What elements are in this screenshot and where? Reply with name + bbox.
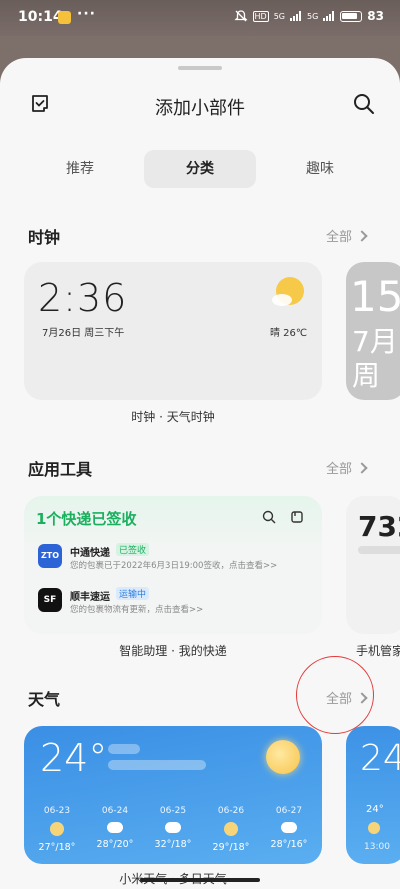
zto-logo-icon: ZTO xyxy=(38,544,62,568)
peek-weather-time: 13:00 xyxy=(364,842,390,852)
chevron-right-icon xyxy=(356,229,368,242)
zto-logo-text: ZTO xyxy=(40,551,60,560)
search-icon xyxy=(262,510,276,524)
peek-weather-small-temp: 24° xyxy=(366,804,384,815)
forecast-day: 06-26 29°/18° xyxy=(208,806,254,853)
tools-view-all-button[interactable]: 全部 xyxy=(326,458,368,477)
weather-placeholder-line xyxy=(108,760,206,770)
forecast-day: 06-23 27°/18° xyxy=(34,806,80,853)
forecast-range: 28°/16° xyxy=(270,839,308,850)
notification-app-icon xyxy=(58,11,71,24)
cloud-icon xyxy=(107,822,123,833)
multi-day-weather-widget[interactable]: 24° 06-23 27°/18° 06-24 28°/20° 06-25 32… xyxy=(24,726,322,864)
tab-recommend[interactable]: 推荐 xyxy=(24,150,136,188)
more-notifications-icon: ··· xyxy=(77,6,96,22)
weather-current-temp: 24° xyxy=(40,736,108,780)
signal-5g-1: 5G xyxy=(273,11,285,21)
drag-handle[interactable] xyxy=(178,66,222,70)
page-title: 添加小部件 xyxy=(155,98,245,119)
tab-category[interactable]: 分类 xyxy=(144,150,256,188)
tab-fun[interactable]: 趣味 xyxy=(264,150,376,188)
chevron-right-icon xyxy=(356,461,368,474)
forecast-range: 29°/18° xyxy=(212,842,250,853)
forecast-date: 06-25 xyxy=(159,806,187,816)
express-item-desc: 您的包裹物流有更新，点击查看>> xyxy=(70,605,204,615)
clock-view-all-button[interactable]: 全部 xyxy=(326,226,368,245)
signal-bars-icon xyxy=(290,11,301,21)
status-time: 10:14 xyxy=(18,9,63,25)
phone-manager-caption: 手机管家 xyxy=(356,644,400,658)
view-all-label: 全部 xyxy=(326,462,353,477)
weather-widget-peek[interactable]: 24 24° 13:00 xyxy=(346,726,400,864)
section-title-clock: 时钟 xyxy=(28,228,61,247)
section-title-weather: 天气 xyxy=(28,690,61,709)
status-badge-signed: 已签收 xyxy=(116,543,150,556)
express-widget[interactable]: 1个快递已签收 ZTO 中通快递 已签收 您的包裹已于2022年6月3日19:0… xyxy=(24,496,322,634)
sf-logo-icon: SF xyxy=(38,588,62,612)
cloud-icon xyxy=(281,822,297,833)
status-bar: 10:14 ··· HD 5G 5G 83 xyxy=(0,0,400,36)
sun-icon xyxy=(50,822,64,836)
clock-date: 7月26日 周三下午 xyxy=(42,328,125,339)
forecast-day: 06-27 28°/16° xyxy=(266,806,312,850)
express-carrier-name: 顺丰速运 xyxy=(70,592,110,603)
express-carrier-name: 中通快递 xyxy=(70,548,110,559)
phone-manager-bar xyxy=(358,546,400,554)
sun-icon xyxy=(368,822,380,834)
forecast-date: 06-27 xyxy=(275,806,303,816)
sf-logo-text: SF xyxy=(43,595,57,605)
peek-weather-temp: 24 xyxy=(360,738,400,779)
peek-clock-weekday: 周六 xyxy=(352,359,381,400)
battery-icon xyxy=(340,10,363,22)
cloud-icon xyxy=(165,822,181,833)
forecast-day: 06-24 28°/20° xyxy=(92,806,138,850)
hd-badge: HD xyxy=(252,10,269,22)
weather-placeholder-line xyxy=(108,744,140,754)
forecast-date: 06-26 xyxy=(217,806,245,816)
sun-icon xyxy=(224,822,238,836)
express-title: 1个快递已签收 xyxy=(36,510,137,528)
clock-widget-peek[interactable]: 15 7月 周六 xyxy=(346,262,400,400)
section-title-tools: 应用工具 xyxy=(28,460,93,479)
forecast-day: 06-25 32°/18° xyxy=(150,806,196,850)
widget-sheet: 添加小部件 推荐 分类 趣味 时钟 全部 2:36 7月26日 周三下午 晴 2… xyxy=(0,58,400,889)
sunny-icon xyxy=(266,740,300,774)
forecast-range: 28°/20° xyxy=(96,839,134,850)
express-widget-caption: 智能助理 · 我的快递 xyxy=(119,644,227,658)
phone-manager-number: 732 xyxy=(358,510,400,543)
highlight-circle xyxy=(296,656,374,734)
mute-bell-icon xyxy=(233,10,248,22)
clock-widget-caption: 时钟 · 天气时钟 xyxy=(131,410,215,424)
forecast-range: 27°/18° xyxy=(38,842,76,853)
phone-manager-widget-peek[interactable]: 732 xyxy=(346,496,400,634)
forecast-date: 06-24 xyxy=(101,806,129,816)
clock-time: 2:36 xyxy=(38,276,128,320)
clock-weather-widget[interactable]: 2:36 7月26日 周三下午 晴 26℃ xyxy=(24,262,322,400)
signal-5g-2: 5G xyxy=(307,11,319,21)
home-indicator[interactable] xyxy=(140,878,260,882)
peek-clock-hour: 15 xyxy=(350,272,400,321)
forecast-range: 32°/18° xyxy=(154,839,192,850)
package-icon xyxy=(291,511,303,523)
status-badge-shipping: 运输中 xyxy=(116,587,150,600)
sunny-icon xyxy=(272,277,304,306)
signal-bars-2-icon xyxy=(323,11,335,21)
view-all-label: 全部 xyxy=(326,230,353,245)
forecast-date: 06-23 xyxy=(43,806,71,816)
battery-percent: 83 xyxy=(367,9,384,23)
clock-weather-text: 晴 26℃ xyxy=(270,328,308,339)
search-icon[interactable] xyxy=(352,92,376,116)
category-tabs: 推荐 分类 趣味 xyxy=(24,150,376,188)
status-indicators: HD 5G 5G 83 xyxy=(233,9,384,23)
express-item-desc: 您的包裹已于2022年6月3日19:00签收，点击查看>> xyxy=(70,561,278,571)
